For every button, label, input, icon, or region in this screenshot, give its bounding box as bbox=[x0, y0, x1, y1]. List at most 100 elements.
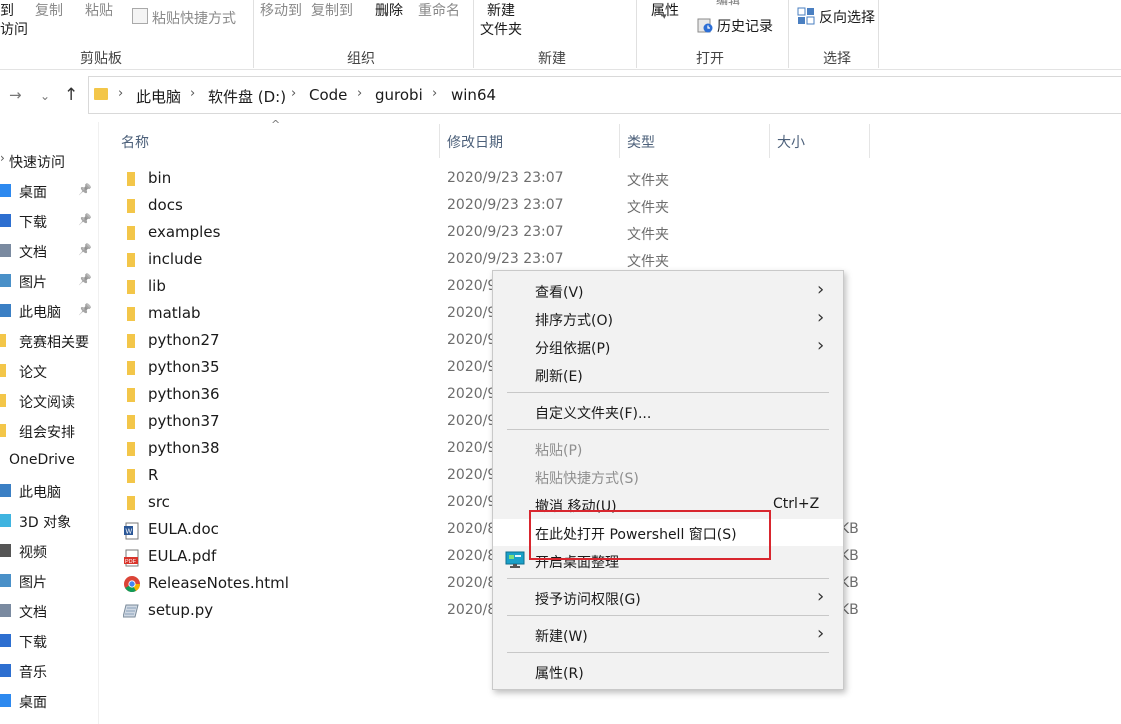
column-divider[interactable] bbox=[439, 124, 440, 158]
column-divider[interactable] bbox=[769, 124, 770, 158]
file-name[interactable]: R bbox=[148, 466, 158, 484]
file-name[interactable]: lib bbox=[148, 277, 166, 295]
menu-item-customize-folder[interactable]: 自定义文件夹(F)... bbox=[493, 398, 843, 425]
paste-shortcut-button[interactable]: 粘贴快捷方式 bbox=[152, 8, 236, 28]
nav-item[interactable]: 此电脑 📌 bbox=[0, 298, 98, 324]
file-row[interactable]: docs 2020/9/23 23:07 文件夹 bbox=[100, 193, 880, 220]
properties-dropdown-icon[interactable]: ▾ bbox=[662, 12, 667, 22]
move-to-button[interactable]: 移动到 bbox=[260, 0, 302, 20]
menu-item-label: 撤消 移动(U) bbox=[535, 499, 617, 515]
file-modified-date: 2020/9 bbox=[447, 494, 497, 510]
file-type: 文件夹 bbox=[627, 173, 669, 189]
nav-item[interactable]: 视频 bbox=[0, 538, 98, 564]
nav-item[interactable]: 音乐 bbox=[0, 658, 98, 684]
pin-to-quick-access-partial-line2[interactable]: 访问 bbox=[0, 19, 28, 39]
menu-item-properties[interactable]: 属性(R) bbox=[493, 658, 843, 685]
breadcrumb-this-pc[interactable]: 此电脑 bbox=[136, 86, 181, 107]
menu-item-desktop-organize[interactable]: 开启桌面整理 bbox=[493, 547, 843, 574]
file-name[interactable]: EULA.doc bbox=[148, 520, 219, 538]
nav-item[interactable]: OneDrive bbox=[0, 448, 98, 474]
file-name[interactable]: python27 bbox=[148, 331, 220, 349]
file-name[interactable]: python37 bbox=[148, 412, 220, 430]
file-name[interactable]: python36 bbox=[148, 385, 220, 403]
column-header-size[interactable]: 大小 bbox=[777, 132, 805, 152]
menu-item-give-access[interactable]: 授予访问权限(G) › bbox=[493, 584, 843, 611]
pin-to-quick-access-partial-line1[interactable]: 到 bbox=[0, 0, 14, 20]
nav-item[interactable]: 桌面 📌 bbox=[0, 178, 98, 204]
menu-item-label: 分组依据(P) bbox=[535, 341, 611, 357]
edit-button-partial[interactable]: 编辑 bbox=[716, 0, 740, 8]
nav-item[interactable]: 3D 对象 bbox=[0, 508, 98, 534]
paste-button[interactable]: 粘贴 bbox=[85, 0, 113, 20]
new-folder-button-line2[interactable]: 文件夹 bbox=[480, 19, 522, 39]
recent-locations-dropdown[interactable]: ⌄ bbox=[40, 89, 50, 103]
nav-item[interactable]: 下载 📌 bbox=[0, 208, 98, 234]
menu-item-undo-move[interactable]: 撤消 移动(U) Ctrl+Z bbox=[493, 491, 843, 518]
nav-item[interactable]: 此电脑 bbox=[0, 478, 98, 504]
invert-selection-button[interactable]: 反向选择 bbox=[819, 7, 875, 27]
file-type: 文件夹 bbox=[627, 200, 669, 216]
copy-to-button[interactable]: 复制到 bbox=[311, 0, 353, 20]
nav-item[interactable]: › 快速访问 bbox=[0, 148, 98, 174]
menu-item-new[interactable]: 新建(W) › bbox=[493, 621, 843, 648]
file-modified-date: 2020/9 bbox=[447, 440, 497, 456]
menu-item-sort-by[interactable]: 排序方式(O) › bbox=[493, 305, 843, 332]
breadcrumb-separator[interactable]: › bbox=[118, 86, 123, 101]
file-name[interactable]: src bbox=[148, 493, 170, 511]
column-header-type[interactable]: 类型 bbox=[627, 132, 655, 152]
nav-item[interactable]: 图片 📌 bbox=[0, 268, 98, 294]
breadcrumb-separator[interactable]: › bbox=[357, 86, 362, 101]
copy-button[interactable]: 复制 bbox=[35, 0, 63, 20]
up-button[interactable]: ↑ bbox=[64, 85, 78, 105]
menu-item-refresh[interactable]: 刷新(E) bbox=[493, 361, 843, 388]
file-name[interactable]: python35 bbox=[148, 358, 220, 376]
nav-item[interactable]: 论文阅读 bbox=[0, 388, 98, 414]
new-folder-button-line1[interactable]: 新建 bbox=[487, 0, 515, 20]
menu-item-open-powershell[interactable]: 在此处打开 Powershell 窗口(S) bbox=[493, 519, 843, 546]
column-header-date[interactable]: 修改日期 bbox=[447, 132, 503, 152]
file-name[interactable]: examples bbox=[148, 223, 220, 241]
breadcrumb-separator[interactable]: › bbox=[190, 86, 195, 101]
nav-item[interactable]: 桌面 bbox=[0, 688, 98, 714]
breadcrumb-separator[interactable]: › bbox=[291, 86, 296, 101]
file-name[interactable]: EULA.pdf bbox=[148, 547, 216, 565]
nav-item[interactable]: 下载 bbox=[0, 628, 98, 654]
forward-button[interactable]: → bbox=[9, 86, 22, 104]
file-name[interactable]: python38 bbox=[148, 439, 220, 457]
file-name[interactable]: matlab bbox=[148, 304, 201, 322]
nav-item[interactable]: 图片 bbox=[0, 568, 98, 594]
column-divider[interactable] bbox=[619, 124, 620, 158]
column-header-name[interactable]: 名称 bbox=[121, 132, 149, 152]
file-row[interactable]: bin 2020/9/23 23:07 文件夹 bbox=[100, 166, 880, 193]
nav-item[interactable]: 论文 bbox=[0, 358, 98, 384]
menu-item-group-by[interactable]: 分组依据(P) › bbox=[493, 333, 843, 360]
pin-icon: 📌 bbox=[78, 183, 92, 196]
menu-item-view[interactable]: 查看(V) › bbox=[493, 277, 843, 304]
file-name[interactable]: include bbox=[148, 250, 202, 268]
nav-item[interactable]: 文档 bbox=[0, 598, 98, 624]
file-name[interactable]: bin bbox=[148, 169, 171, 187]
file-name[interactable]: docs bbox=[148, 196, 183, 214]
nav-item-label: 竞赛相关要 bbox=[19, 335, 89, 351]
rename-button[interactable]: 重命名 bbox=[418, 0, 460, 20]
breadcrumb-code[interactable]: Code bbox=[309, 86, 347, 104]
nav-item[interactable]: 竞赛相关要 bbox=[0, 328, 98, 354]
file-row[interactable]: examples 2020/9/23 23:07 文件夹 bbox=[100, 220, 880, 247]
column-divider[interactable] bbox=[869, 124, 870, 158]
desktop-icon bbox=[0, 184, 11, 197]
ribbon-divider bbox=[636, 0, 637, 68]
delete-button[interactable]: 删除 bbox=[375, 0, 403, 20]
file-name[interactable]: setup.py bbox=[148, 601, 213, 619]
file-name[interactable]: ReleaseNotes.html bbox=[148, 574, 289, 592]
breadcrumb-separator[interactable]: › bbox=[432, 86, 437, 101]
delete-dropdown-icon[interactable]: ▾ bbox=[384, 10, 389, 20]
breadcrumb-win64[interactable]: win64 bbox=[451, 86, 496, 104]
breadcrumb-drive-d[interactable]: 软件盘 (D:) bbox=[208, 86, 286, 107]
folder-icon bbox=[0, 364, 6, 377]
nav-item-label: 下载 bbox=[19, 215, 47, 231]
nav-item[interactable]: 文档 📌 bbox=[0, 238, 98, 264]
history-button[interactable]: 历史记录 bbox=[717, 16, 773, 36]
file-type: 文件夹 bbox=[627, 227, 669, 243]
breadcrumb-gurobi[interactable]: gurobi bbox=[375, 86, 423, 104]
nav-item[interactable]: 组会安排 bbox=[0, 418, 98, 444]
